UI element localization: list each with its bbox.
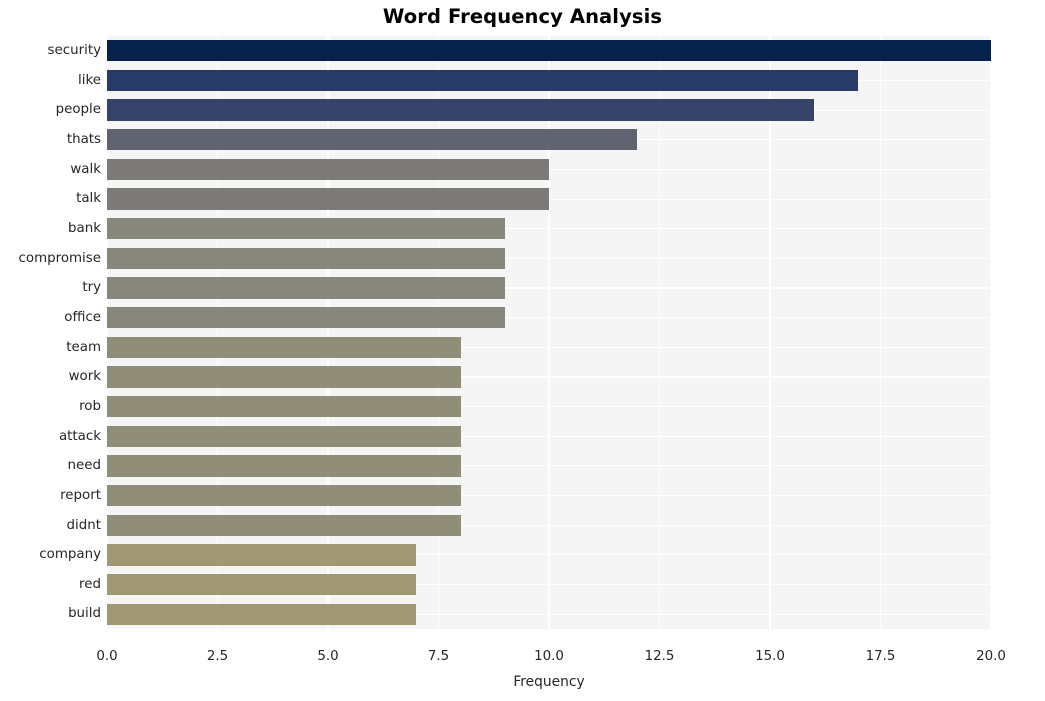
y-axis-tick-labels: security like people thats walk talk bank compr…	[0, 36, 101, 629]
bar-bank[interactable]	[107, 218, 505, 240]
bar-row	[107, 603, 991, 625]
bar-work[interactable]	[107, 366, 461, 388]
y-tick-security: security	[47, 43, 101, 59]
bar-row	[107, 544, 991, 566]
bar-compromise[interactable]	[107, 247, 505, 270]
bar-row	[107, 218, 991, 240]
bar-row	[107, 336, 991, 358]
x-gridline	[548, 36, 550, 629]
bar-row	[107, 99, 991, 121]
bar-row	[107, 573, 991, 596]
bar-build[interactable]	[107, 603, 417, 625]
bar-team[interactable]	[107, 336, 461, 358]
bar-rob[interactable]	[107, 395, 461, 418]
y-tick-build: build	[68, 606, 101, 622]
x-gridline	[107, 36, 108, 629]
x-gridline	[658, 36, 661, 629]
y-tick-talk: talk	[76, 191, 101, 207]
x-axis-tick-labels: 0.0 2.5 5.0 7.5 10.0 12.5 15.0 17.5 20.0	[0, 649, 1045, 669]
bar-row	[107, 307, 991, 329]
y-tick-didnt: didnt	[66, 517, 101, 533]
y-tick-attack: attack	[58, 428, 101, 444]
bar-try[interactable]	[107, 277, 505, 299]
y-tick-office: office	[64, 309, 101, 325]
bar-row	[107, 247, 991, 270]
bar-security[interactable]	[107, 40, 991, 62]
x-gridline	[216, 36, 219, 629]
bar-office[interactable]	[107, 307, 505, 329]
y-tick-people: people	[55, 102, 101, 118]
y-tick-red: red	[79, 576, 101, 592]
bar-row	[107, 366, 991, 388]
bar-row	[107, 69, 991, 92]
x-gridline	[437, 36, 440, 629]
x-tick-2.5: 2.5	[206, 649, 229, 664]
x-gridline	[879, 36, 882, 629]
y-tick-report: report	[60, 487, 101, 503]
x-tick-17.5: 17.5	[865, 649, 896, 664]
y-tick-walk: walk	[70, 161, 101, 177]
x-gridline	[327, 36, 329, 629]
y-tick-need: need	[67, 458, 101, 474]
bar-talk[interactable]	[107, 188, 549, 210]
y-tick-rob: rob	[79, 398, 101, 414]
page-title: Word Frequency Analysis	[382, 5, 663, 28]
bar-walk[interactable]	[107, 158, 549, 181]
bar-row	[107, 40, 991, 62]
x-tick-10.0: 10.0	[534, 649, 564, 664]
y-tick-work: work	[68, 369, 101, 385]
bar-company[interactable]	[107, 544, 417, 566]
bar-row	[107, 158, 991, 181]
bar-people[interactable]	[107, 99, 815, 121]
bar-like[interactable]	[107, 69, 859, 92]
x-tick-0.0: 0.0	[96, 649, 118, 664]
x-tick-5.0: 5.0	[317, 649, 339, 664]
bar-report[interactable]	[107, 484, 461, 507]
y-tick-try: try	[82, 280, 101, 296]
bar-row	[107, 425, 991, 447]
y-tick-like: like	[78, 72, 101, 88]
x-tick-7.5: 7.5	[427, 649, 450, 664]
y-tick-thats: thats	[66, 132, 101, 148]
bar-thats[interactable]	[107, 129, 638, 151]
bar-row	[107, 395, 991, 418]
y-tick-bank: bank	[68, 221, 101, 237]
x-axis-label: Frequency	[513, 674, 585, 690]
bar-red[interactable]	[107, 573, 417, 596]
bar-row	[107, 129, 991, 151]
x-tick-15.0: 15.0	[755, 649, 785, 664]
x-tick-20.0: 20.0	[976, 649, 1006, 664]
word-frequency-chart: Word Frequency Analysis security like peop…	[0, 0, 1045, 701]
y-tick-team: team	[66, 339, 101, 355]
y-tick-compromise: compromise	[18, 250, 101, 266]
x-gridline	[769, 36, 771, 629]
bar-row	[107, 484, 991, 507]
bar-row	[107, 514, 991, 536]
bar-row	[107, 455, 991, 477]
bar-need[interactable]	[107, 455, 461, 477]
x-gridline	[990, 36, 991, 629]
plot-area	[107, 36, 991, 629]
y-tick-company: company	[39, 547, 101, 563]
x-tick-12.5: 12.5	[644, 649, 675, 664]
bar-row	[107, 277, 991, 299]
bar-row	[107, 188, 991, 210]
bar-didnt[interactable]	[107, 514, 461, 536]
bar-attack[interactable]	[107, 425, 461, 447]
